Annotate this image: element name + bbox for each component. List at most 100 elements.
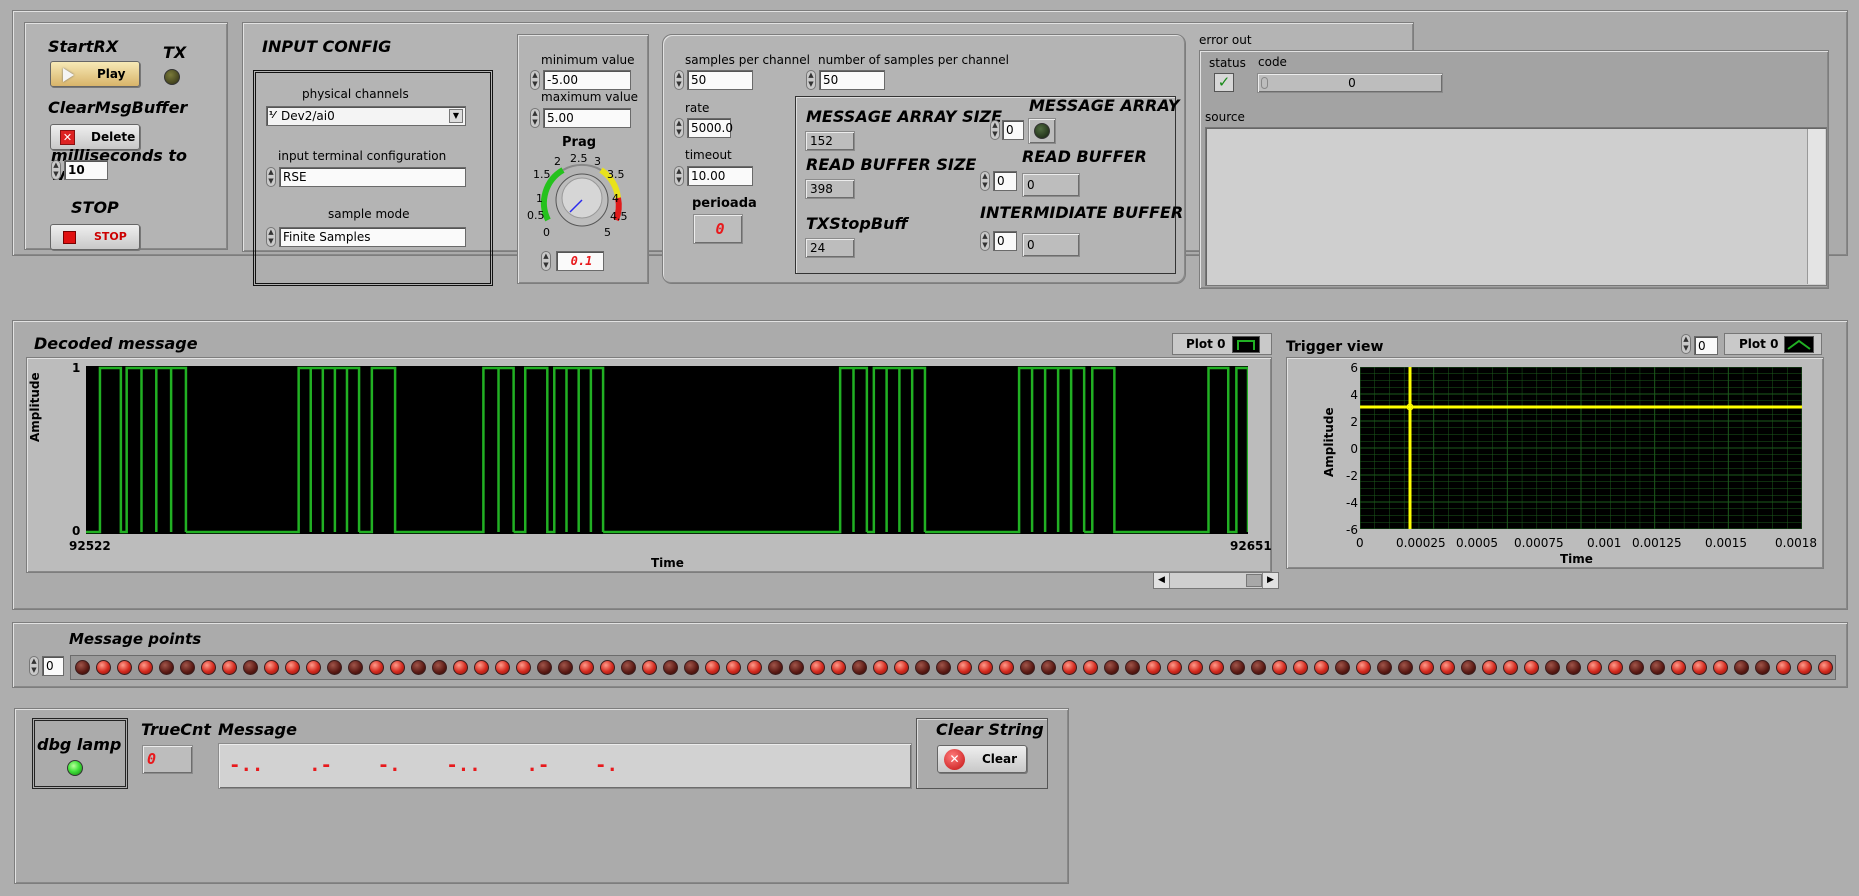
trigger-ytick-0: 0	[1350, 442, 1358, 456]
num-samples-input[interactable]: 50	[819, 70, 885, 90]
scroll-thumb[interactable]	[1246, 574, 1262, 587]
timeout-input[interactable]: 10.00	[687, 166, 753, 186]
decoded-xtick-start: 92522	[69, 539, 111, 553]
sample-mode-label: sample mode	[328, 207, 410, 221]
samples-per-channel-input[interactable]: 50	[687, 70, 753, 90]
message-point-led	[1293, 660, 1308, 675]
message-point-led	[1482, 660, 1497, 675]
samples-per-channel-spinner[interactable]: ▲ ▼	[674, 70, 684, 90]
num-samples-spinner[interactable]: ▲ ▼	[806, 70, 816, 90]
chevron-down-icon[interactable]: ▼	[449, 109, 463, 123]
read-buffer-size-indicator: 398	[805, 179, 855, 199]
message-point-led	[1398, 660, 1413, 675]
message-point-led	[1797, 660, 1812, 675]
message-point-led	[348, 660, 363, 675]
timeout-spinner[interactable]: ▲ ▼	[674, 166, 684, 186]
controls-panel: StartRX Play TX ClearMsgBuffer ✕ Delete …	[24, 22, 228, 250]
read-buffer-index[interactable]: 0	[993, 171, 1017, 191]
trigger-index-spinner[interactable]: ▲ ▼	[1681, 334, 1691, 354]
knob-value-input[interactable]: 0.1	[556, 251, 604, 271]
msg-array-led	[1034, 123, 1050, 139]
message-point-led	[201, 660, 216, 675]
clearmsg-label: ClearMsgBuffer	[48, 98, 188, 117]
scroll-right-icon[interactable]: ▶	[1262, 573, 1278, 588]
msg-array-label: MESSAGE ARRAY	[1029, 96, 1180, 115]
decoded-legend[interactable]: Plot 0	[1172, 333, 1272, 355]
msg-array-spinner[interactable]: ▲ ▼	[990, 120, 1000, 140]
message-point-led	[264, 660, 279, 675]
trigger-index-input[interactable]: 0	[1694, 336, 1718, 355]
trigger-xtick-6: 0.0015	[1705, 536, 1747, 550]
read-buffer-spinner[interactable]: ▲ ▼	[980, 171, 990, 191]
rate-spinner[interactable]: ▲ ▼	[674, 118, 684, 138]
message-point-led	[1461, 660, 1476, 675]
knob-value-spinner[interactable]: ▲ ▼	[541, 251, 551, 271]
intermediate-buffer-spinner[interactable]: ▲ ▼	[980, 231, 990, 251]
message-point-led	[1209, 660, 1224, 675]
trigger-legend[interactable]: Plot 0	[1724, 333, 1822, 355]
message-point-led	[1104, 660, 1119, 675]
message-point-led	[243, 660, 258, 675]
code-spinner-icon	[1261, 77, 1268, 89]
square-wave-icon	[1237, 340, 1255, 350]
message-point-led	[873, 660, 888, 675]
knob-tick-4: 4	[612, 192, 619, 205]
play-icon	[63, 68, 74, 82]
physical-channels-field[interactable]: ⅟ Dev2/ai0 ▼	[266, 106, 466, 126]
message-point-led	[852, 660, 867, 675]
stop-button-label: STOP	[94, 230, 127, 243]
decoded-plot-area[interactable]	[86, 366, 1248, 534]
message-point-led	[894, 660, 909, 675]
message-point-led	[75, 660, 90, 675]
message-point-led	[1587, 660, 1602, 675]
txstopbuff-indicator: 24	[805, 238, 855, 258]
message-point-led	[1524, 660, 1539, 675]
message-points-index[interactable]: 0	[42, 656, 64, 676]
stop-button[interactable]: STOP	[50, 224, 140, 250]
clear-button[interactable]: ✕ Clear	[937, 745, 1027, 773]
status-label: status	[1209, 56, 1246, 70]
message-point-led	[957, 660, 972, 675]
trigger-legend-label: Plot 0	[1739, 337, 1779, 351]
min-value-spinner[interactable]: ▲ ▼	[530, 70, 540, 90]
terminal-config-field[interactable]: RSE	[279, 167, 466, 187]
source-scrollbar[interactable]	[1807, 129, 1825, 284]
play-button[interactable]: Play	[50, 61, 140, 87]
sample-mode-field[interactable]: Finite Samples	[279, 227, 466, 247]
message-point-led	[705, 660, 720, 675]
ms-wait-input[interactable]: 10	[64, 160, 108, 180]
message-point-led	[915, 660, 930, 675]
message-point-led	[1755, 660, 1770, 675]
max-value-label: maximum value	[541, 90, 639, 104]
source-label: source	[1205, 110, 1245, 124]
ms-wait-spinner[interactable]: ▲ ▼	[51, 160, 61, 180]
message-points-spinner[interactable]: ▲ ▼	[29, 656, 39, 676]
rate-label: rate	[685, 101, 710, 115]
message-point-led	[726, 660, 741, 675]
samples-per-channel-label: samples per channel	[685, 53, 810, 67]
message-point-led	[1629, 660, 1644, 675]
trigger-plot-area[interactable]	[1360, 367, 1802, 529]
message-point-led	[1062, 660, 1077, 675]
knob-tick-1.5: 1.5	[533, 168, 551, 181]
message-point-led	[621, 660, 636, 675]
max-value-input[interactable]: 5.00	[543, 108, 631, 128]
message-point-led	[1419, 660, 1434, 675]
intermediate-buffer-index[interactable]: 0	[993, 231, 1017, 251]
max-value-spinner[interactable]: ▲ ▼	[530, 108, 540, 128]
min-value-input[interactable]: -5.00	[543, 70, 631, 90]
message-point-led	[747, 660, 762, 675]
sample-mode-spinner[interactable]: ▲ ▼	[266, 227, 276, 247]
knob-tick-3: 3	[594, 155, 601, 168]
scroll-left-icon[interactable]: ◀	[1154, 573, 1170, 588]
read-buffer-value: 0	[1022, 173, 1080, 197]
physical-channels-value: Dev2/ai0	[281, 109, 335, 123]
rate-input[interactable]: 5000.0	[687, 118, 733, 138]
trigger-xtick-3: 0.00075	[1514, 536, 1564, 550]
trigger-xtick-0: 0	[1356, 536, 1364, 550]
input-config-title: INPUT CONFIG	[262, 37, 392, 56]
decoded-scrollbar[interactable]: ◀ ▶	[1153, 572, 1279, 589]
message-point-led	[285, 660, 300, 675]
msg-array-index[interactable]: 0	[1002, 120, 1024, 140]
terminal-config-spinner[interactable]: ▲ ▼	[266, 167, 276, 187]
